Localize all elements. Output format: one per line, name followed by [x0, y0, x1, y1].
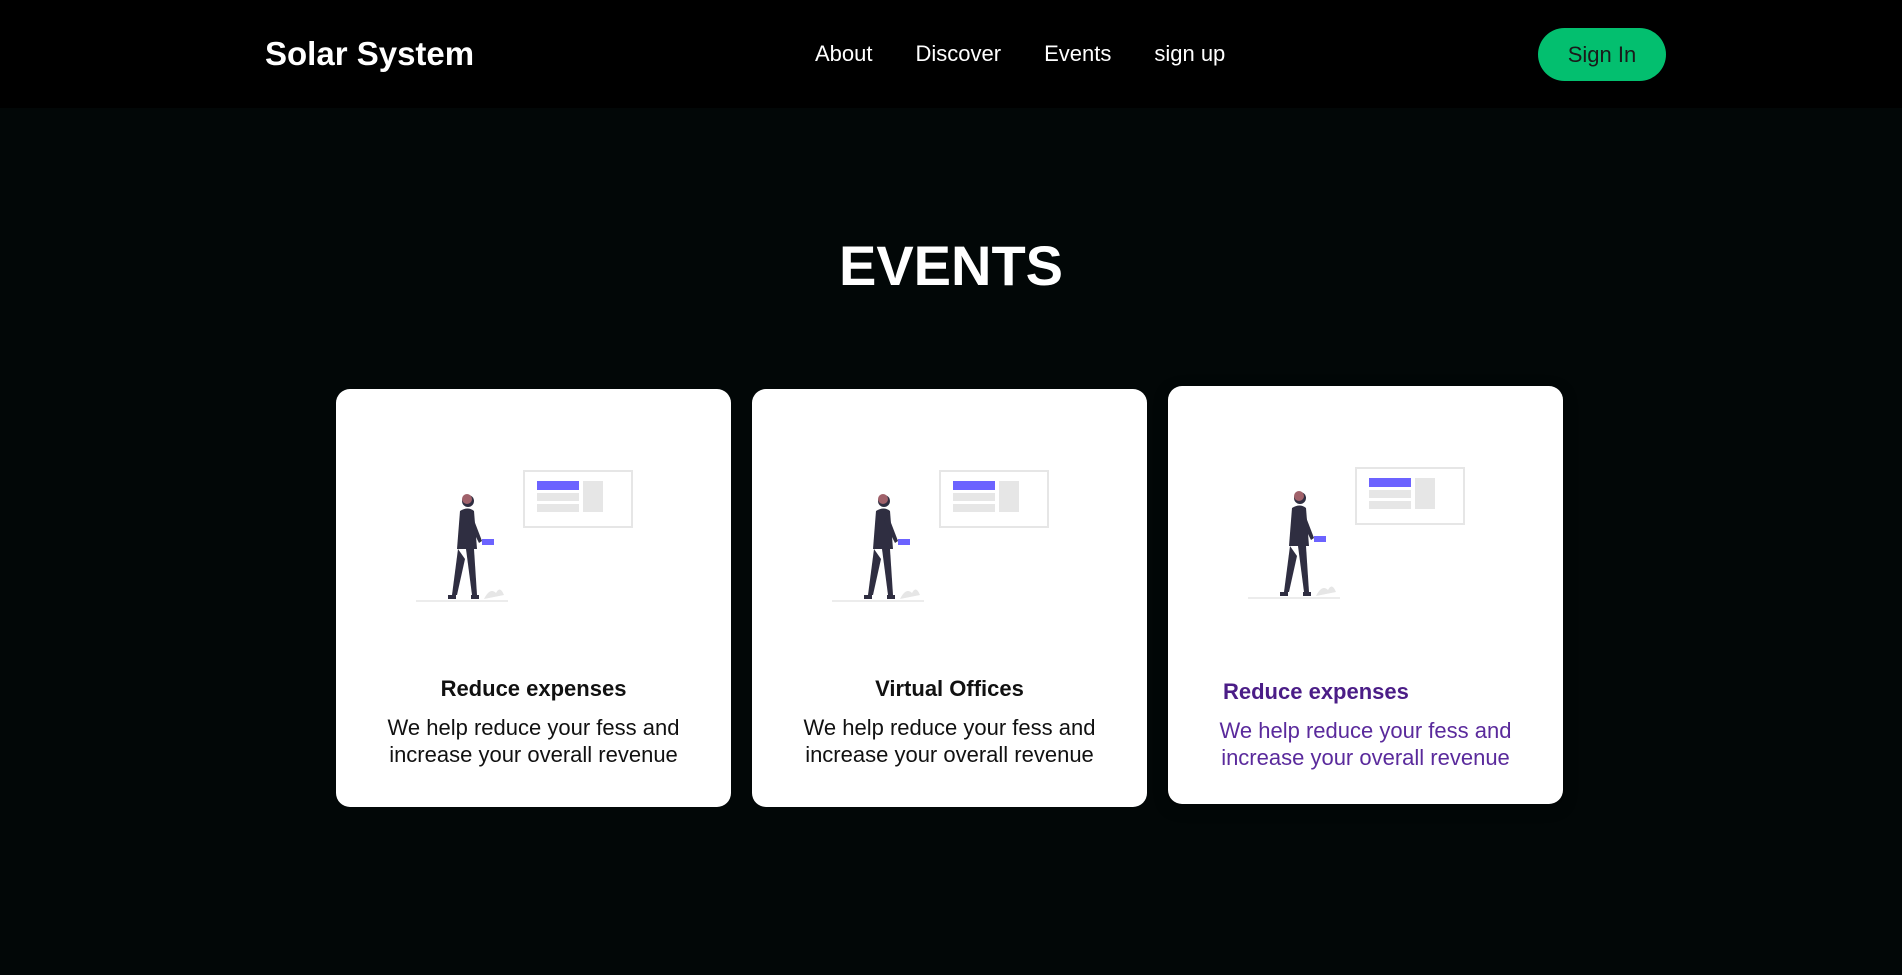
sign-in-button[interactable]: Sign In — [1538, 28, 1666, 81]
person-presenting-illustration-icon — [1248, 467, 1465, 599]
card-title: Reduce expenses — [1223, 679, 1409, 704]
event-card-reduce-expenses-hovered[interactable]: Reduce expenses We help reduce your fess… — [1168, 386, 1563, 804]
nav-events[interactable]: Events — [1044, 40, 1111, 68]
card-description: We help reduce your fess and increase yo… — [803, 715, 1096, 767]
card-title: Reduce expenses — [440, 676, 627, 701]
nav-sign-up[interactable]: sign up — [1154, 40, 1225, 68]
person-presenting-illustration-icon — [416, 470, 633, 602]
card-description: We help reduce your fess and increase yo… — [387, 715, 680, 767]
person-presenting-illustration-icon — [832, 470, 1049, 602]
event-card-virtual-offices[interactable]: Virtual Offices We help reduce your fess… — [752, 389, 1147, 807]
nav-about[interactable]: About — [815, 40, 873, 68]
event-card-reduce-expenses[interactable]: Reduce expenses We help reduce your fess… — [336, 389, 731, 807]
site-header: Solar System About Discover Events sign … — [0, 0, 1902, 108]
site-logo[interactable]: Solar System — [265, 34, 474, 74]
nav-discover[interactable]: Discover — [916, 40, 1002, 68]
events-title: EVENTS — [838, 234, 1064, 297]
main-nav: About Discover Events sign up — [815, 40, 1268, 68]
card-title: Virtual Offices — [875, 676, 1024, 701]
card-description: We help reduce your fess and increase yo… — [1219, 718, 1512, 770]
